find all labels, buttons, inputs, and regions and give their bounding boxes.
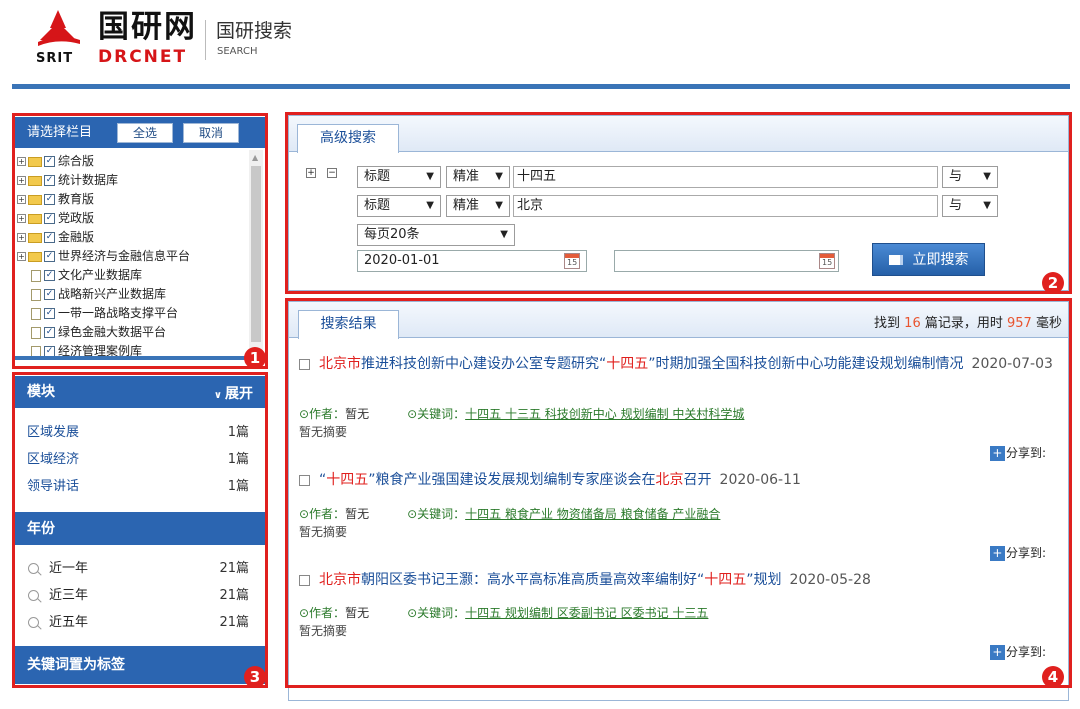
header-divider-bar — [12, 84, 1070, 89]
annotation-frame-2 — [285, 112, 1072, 294]
logo-divider — [205, 20, 211, 60]
site-logo[interactable]: 国研网 SRIT DRCNET 国研搜索 SEARCH — [36, 8, 316, 68]
page: 国研网 SRIT DRCNET 国研搜索 SEARCH 请选择栏目 全选 取消 … — [0, 0, 1080, 709]
annotation-frame-4 — [285, 298, 1072, 688]
search-product-name: 国研搜索 — [216, 20, 293, 42]
annotation-badge-3: 3 — [244, 666, 266, 688]
annotation-frame-3 — [12, 372, 268, 688]
annotation-badge-1: 1 — [244, 347, 266, 369]
logo-srit-text: SRIT — [36, 51, 74, 66]
logo-chinese-text: 国研网 — [98, 9, 197, 45]
logo-drcnet-text: DRCNET — [98, 47, 188, 67]
search-product-subtitle: SEARCH — [217, 46, 258, 57]
annotation-frame-1 — [12, 113, 268, 369]
srit-logo-icon — [38, 10, 80, 46]
annotation-badge-4: 4 — [1042, 666, 1064, 688]
annotation-badge-2: 2 — [1042, 272, 1064, 294]
